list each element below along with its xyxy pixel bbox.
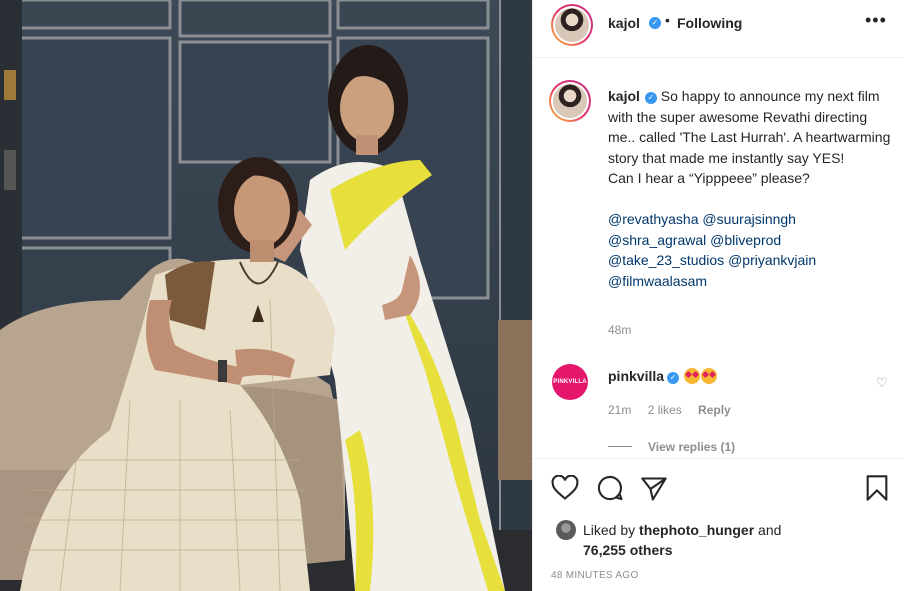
share-paper-plane-icon[interactable]	[640, 476, 668, 502]
author-avatar[interactable]	[551, 4, 593, 46]
comment-item: pinkvilla ✓	[608, 368, 717, 384]
comment-like-heart-icon[interactable]: ♡	[876, 375, 888, 391]
likes-and: and	[754, 522, 782, 538]
view-replies-label: View replies (1)	[648, 440, 736, 454]
post-photo[interactable]	[0, 0, 532, 591]
liker-username[interactable]: thephoto_hunger	[639, 522, 754, 538]
comments-section[interactable]: kajol ✓ So happy to announce my next film…	[533, 58, 904, 458]
post-caption: kajol ✓ So happy to announce my next film…	[608, 86, 893, 291]
likes-count[interactable]: 76,255 others	[583, 542, 673, 558]
verified-badge-icon: ✓	[644, 92, 657, 104]
post-header: kajol ✓ • Following •••	[533, 0, 904, 58]
caption-time[interactable]: 48m	[608, 323, 631, 337]
caption-username[interactable]: kajol	[608, 88, 640, 104]
view-replies-button[interactable]: View replies (1)	[608, 440, 735, 454]
likes-prefix: Liked by	[583, 522, 640, 538]
post-timestamp[interactable]: 48 MINUTES AGO	[551, 570, 639, 581]
separator-dot: •	[665, 12, 670, 28]
replies-divider	[608, 446, 632, 447]
like-heart-icon[interactable]	[551, 475, 579, 501]
pinkvilla-avatar[interactable]: PINKVILLA	[552, 364, 588, 400]
heart-eyes-emoji-icon	[700, 368, 717, 384]
post-actions: Liked by thephoto_hunger and 76,255 othe…	[533, 458, 904, 591]
verified-badge-icon: ✓	[667, 372, 680, 384]
mention-line[interactable]: @take_23_studios @priyankvjain	[608, 250, 893, 271]
verified-badge-icon: ✓	[649, 17, 661, 29]
comment-bubble-icon[interactable]	[596, 474, 624, 502]
caption-text-question: Can I hear a “Yipppeee” please?	[608, 170, 810, 186]
mention-line[interactable]: @revathyasha @suurajsinngh	[608, 209, 893, 230]
liker-avatar[interactable]	[556, 520, 576, 540]
mention-line[interactable]: @filmwaalasam	[608, 271, 893, 292]
avatar-photo	[553, 84, 587, 118]
author-username[interactable]: kajol	[608, 15, 640, 31]
mention-line[interactable]: @shra_agrawal @bliveprod	[608, 230, 893, 251]
likes-summary[interactable]: Liked by thephoto_hunger and 76,255 othe…	[583, 520, 781, 560]
avatar-photo	[555, 8, 589, 42]
comment-likes[interactable]: 2 likes	[648, 403, 682, 417]
post-side-panel: kajol ✓ • Following ••• kajol ✓ So happy …	[532, 0, 904, 591]
photo-illustration	[0, 0, 532, 591]
comment-username[interactable]: pinkvilla	[608, 368, 664, 384]
comment-time[interactable]: 21m	[608, 403, 631, 417]
caption-author-avatar[interactable]	[549, 80, 591, 122]
comment-meta: 21m 2 likes Reply	[608, 403, 744, 417]
more-options-icon[interactable]: •••	[865, 10, 887, 31]
reply-button[interactable]: Reply	[698, 403, 731, 417]
save-bookmark-icon[interactable]	[864, 474, 890, 502]
heart-eyes-emoji-icon	[683, 368, 700, 384]
following-button[interactable]: Following	[677, 15, 742, 31]
